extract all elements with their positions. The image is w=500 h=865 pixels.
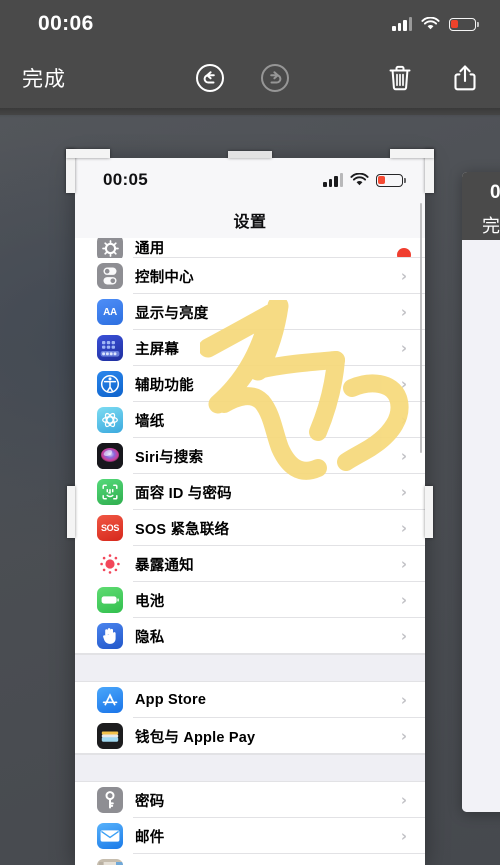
crop-handle-top-middle[interactable]: [228, 151, 272, 158]
redo-icon[interactable]: [257, 60, 293, 96]
wifi-icon: [421, 16, 440, 31]
secondary-screenshot-card[interactable]: 0 完成: [462, 172, 500, 812]
battery-low-icon: [449, 17, 479, 31]
status-bar-time: 00:06: [38, 12, 94, 35]
device-status-bar: 00:06: [0, 0, 500, 48]
secondary-card-done-label[interactable]: 完成: [482, 212, 500, 238]
secondary-card-body: [462, 240, 500, 812]
secondary-card-time: 0: [490, 182, 500, 203]
crop-handle-top-left[interactable]: [66, 149, 110, 158]
markup-toolbar: 完成: [0, 48, 500, 108]
done-button[interactable]: 完成: [22, 63, 66, 93]
share-icon[interactable]: [447, 60, 483, 96]
crop-handle-left-middle[interactable]: [67, 485, 75, 538]
undo-icon[interactable]: [192, 60, 228, 96]
trash-icon[interactable]: [382, 60, 418, 96]
crop-handle-top-right[interactable]: [390, 149, 434, 158]
cellular-bars-icon: [392, 17, 412, 31]
secondary-card-toolbar: 0 完成: [462, 172, 500, 240]
crop-frame[interactable]: [66, 149, 434, 865]
crop-handle-right-middle[interactable]: [425, 485, 433, 538]
editor-chrome: 00:06 完成: [0, 0, 500, 115]
